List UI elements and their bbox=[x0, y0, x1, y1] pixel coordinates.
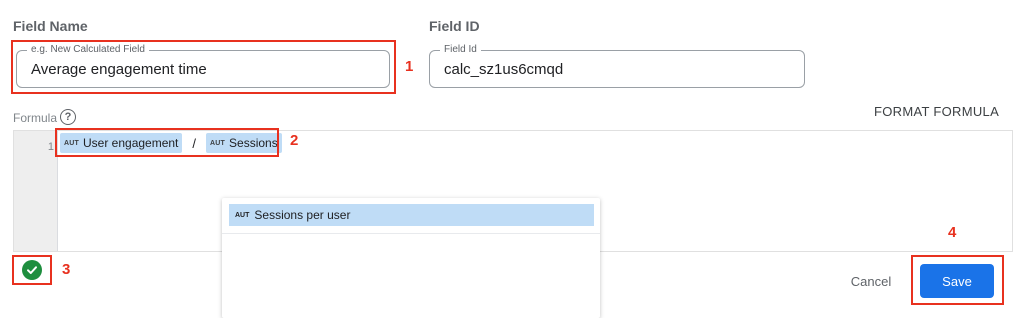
annotation-box-save bbox=[911, 255, 1004, 305]
help-icon[interactable]: ? bbox=[60, 109, 76, 125]
annotation-box-check bbox=[12, 255, 52, 285]
formula-label: Formula bbox=[13, 111, 58, 125]
cancel-button[interactable]: Cancel bbox=[840, 266, 902, 296]
annotation-box-formula-tokens bbox=[55, 128, 279, 157]
autocomplete-item-sessions-per-user[interactable]: AUT Sessions per user bbox=[229, 204, 594, 226]
annotation-number-1: 1 bbox=[405, 58, 414, 75]
annotation-number-3: 3 bbox=[62, 261, 71, 278]
field-id-label: Field ID bbox=[429, 18, 480, 34]
field-id-input[interactable]: Field Id calc_sz1us6cmqd bbox=[429, 44, 805, 88]
field-id-value: calc_sz1us6cmqd bbox=[444, 60, 564, 78]
format-formula-button[interactable]: FORMAT FORMULA bbox=[874, 104, 999, 119]
dropdown-divider bbox=[222, 233, 600, 234]
annotation-number-2: 2 bbox=[290, 132, 299, 149]
editor-gutter: 1 bbox=[14, 131, 58, 251]
autocomplete-dropdown: AUT Sessions per user bbox=[222, 198, 600, 318]
line-number: 1 bbox=[47, 141, 54, 153]
annotation-number-4: 4 bbox=[948, 224, 957, 241]
field-name-label: Field Name bbox=[13, 18, 88, 34]
autocomplete-item-label: Sessions per user bbox=[254, 208, 351, 222]
annotation-box-field-name bbox=[11, 40, 396, 94]
aut-type-tag: AUT bbox=[235, 211, 250, 219]
